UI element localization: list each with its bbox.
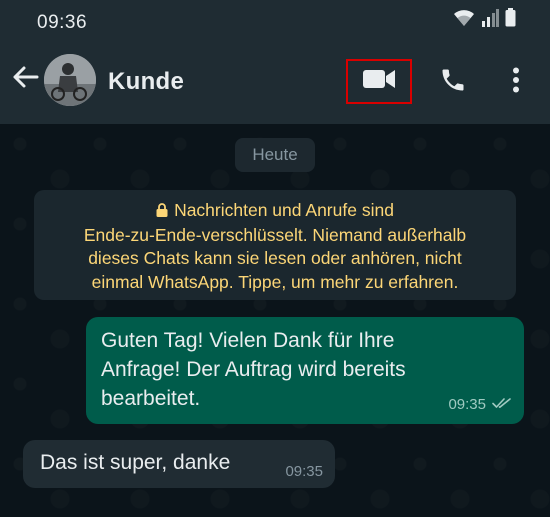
encryption-notice[interactable]: Nachrichten und Anrufe sind Ende-zu-Ende… [34, 190, 516, 300]
chat-header: Kunde [0, 48, 550, 118]
signal-icon [481, 9, 499, 32]
incoming-message[interactable]: Das ist super, danke 09:35 [23, 440, 335, 488]
message-line: bearbeitet. [101, 387, 201, 410]
voice-call-button[interactable] [436, 65, 470, 99]
message-text: Guten Tag! Vielen Dank für Ihre Anfrage!… [101, 326, 501, 413]
encryption-notice-line: einmal WhatsApp. Tippe, um mehr zu erfah… [91, 271, 459, 292]
battery-icon [505, 8, 516, 32]
outgoing-message[interactable]: Guten Tag! Vielen Dank für Ihre Anfrage!… [86, 317, 524, 424]
more-options-button[interactable] [504, 65, 528, 99]
status-time: 09:36 [37, 12, 88, 33]
more-vert-icon [512, 67, 520, 98]
video-call-button[interactable] [346, 59, 412, 104]
wifi-icon [453, 9, 475, 32]
back-button[interactable] [8, 62, 42, 96]
message-time: 09:35 [285, 463, 323, 480]
message-meta: 09:35 [448, 396, 512, 413]
status-icons [453, 8, 516, 32]
phone-icon [439, 66, 467, 99]
encryption-notice-text: Nachrichten und Anrufe sind [174, 200, 394, 220]
message-line: Guten Tag! Vielen Dank für Ihre [101, 329, 395, 352]
message-text: Das ist super, danke [40, 451, 231, 474]
message-line: Anfrage! Der Auftrag wird bereits [101, 358, 406, 381]
encryption-notice-line: Nachrichten und Anrufe sind [34, 199, 516, 224]
message-time: 09:35 [448, 396, 486, 413]
contact-name[interactable]: Kunde [108, 68, 184, 96]
lock-icon [156, 200, 168, 224]
date-chip: Heute [235, 138, 315, 172]
double-check-icon [492, 396, 512, 413]
encryption-notice-line: Ende-zu-Ende-verschlüsselt. Niemand auße… [83, 224, 467, 245]
avatar[interactable] [44, 54, 96, 106]
video-call-icon [362, 68, 396, 95]
encryption-notice-line: dieses Chats kann sie lesen oder anhören… [88, 248, 462, 268]
arrow-left-icon [11, 65, 39, 94]
chat-area[interactable]: Heute Nachrichten und Anrufe sind Ende-z… [0, 124, 550, 517]
